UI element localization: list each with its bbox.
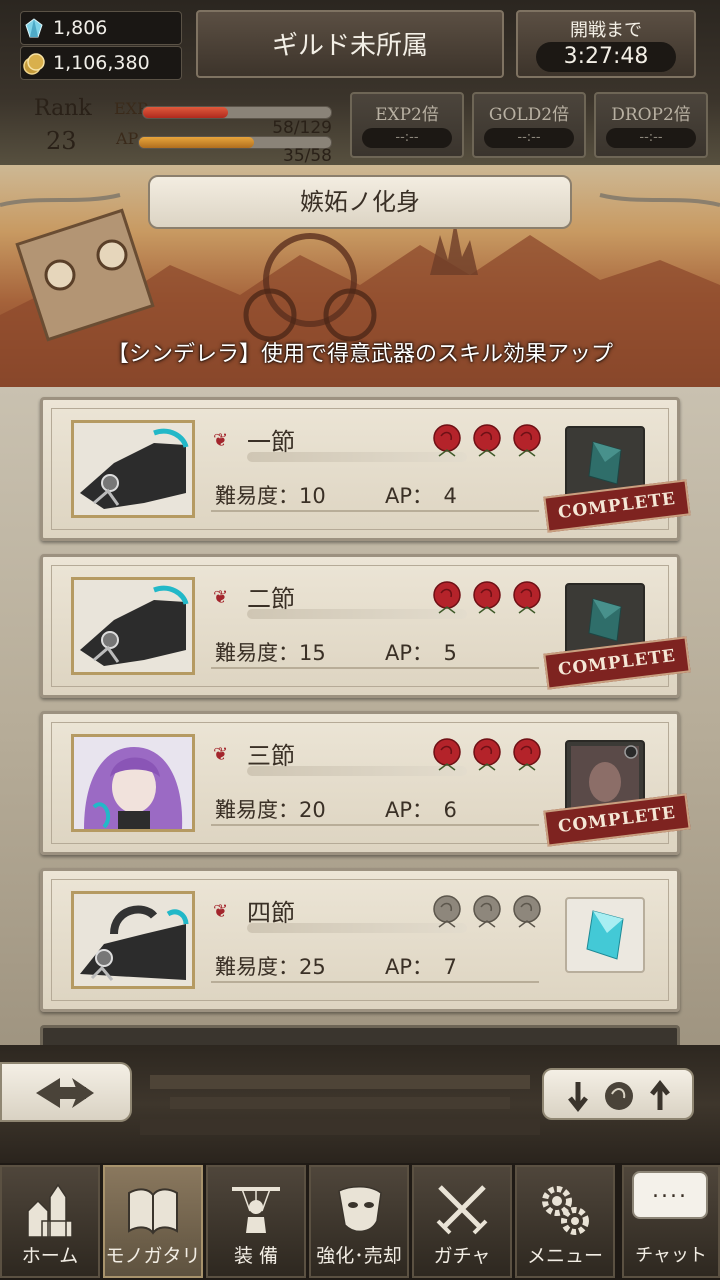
exp-boost-button[interactable]: EXP2倍 --:-- <box>350 92 464 158</box>
rose-rating-icon <box>433 581 541 614</box>
difficulty-text: 難易度：25 <box>215 955 326 979</box>
chat-bubble-icon: .... <box>632 1171 708 1219</box>
crystal-icon <box>586 910 624 960</box>
exp-value: 58/129 <box>272 118 332 138</box>
ap-value: 35/58 <box>283 146 332 166</box>
chapter-name: 一節 <box>247 428 295 456</box>
nav-equip[interactable]: 装 備 <box>206 1165 306 1278</box>
reward-crystal <box>565 897 645 973</box>
nav-menu[interactable]: メニュー <box>515 1165 615 1278</box>
nav-enhance-sell[interactable]: 強化･売却 <box>309 1165 409 1278</box>
back-arrow-icon <box>36 1078 94 1108</box>
sort-order-button[interactable] <box>542 1068 694 1120</box>
boost-label: EXP2倍 <box>375 105 439 125</box>
gem-counter: 1,806 <box>20 11 182 45</box>
armor-beast-image <box>80 428 189 509</box>
nav-home[interactable]: ホーム <box>0 1165 100 1278</box>
gem-icon <box>25 18 43 38</box>
rose-rating-icon <box>433 738 541 771</box>
sort-rose-icon <box>568 1079 670 1113</box>
chapter-heart-icon: ❦ <box>213 430 229 451</box>
banner-caption: 【シンデレラ】使用で得意武器のスキル効果アップ <box>106 342 613 367</box>
rank-label: Rank <box>34 96 92 121</box>
ap-cost-text: AP： 5 <box>385 641 457 665</box>
nav-label: ガチャ <box>433 1245 491 1267</box>
chapter-name: 四節 <box>247 899 295 927</box>
chapter-name: 二節 <box>247 585 295 613</box>
puppet-icon <box>232 1187 280 1233</box>
ap-label: AP <box>116 129 139 148</box>
guild-battle-timer[interactable]: 開戦まで 3:27:48 <box>516 10 696 78</box>
nav-label: メニュー <box>526 1245 603 1267</box>
horned-beast-image <box>80 905 189 981</box>
enemy-thumbnail <box>71 734 195 832</box>
coin-icon <box>23 53 45 75</box>
chapter-heart-icon: ❦ <box>213 587 229 608</box>
boost-timer: --:-- <box>362 128 452 148</box>
difficulty-text: 難易度：15 <box>215 641 326 665</box>
ap-cost-text: AP： 7 <box>385 955 457 979</box>
chapter-heart-icon: ❦ <box>213 901 229 922</box>
chapter-heart-icon: ❦ <box>213 744 229 765</box>
nav-story[interactable]: モノガタリ <box>103 1165 203 1278</box>
chapter-card-3[interactable]: ❦ 三節 難易度：20 AP： 6 COMPLETE <box>40 711 691 855</box>
enemy-thumbnail <box>71 420 195 518</box>
boost-label: DROP2倍 <box>611 105 691 125</box>
armor-beast-image <box>80 585 189 666</box>
chapter-card-2[interactable]: ❦ 二節 難易度：15 AP： 5 COMPLETE <box>40 554 691 698</box>
ap-cost-text: AP： 4 <box>385 484 457 508</box>
chapter-name: 三節 <box>247 742 295 770</box>
mask-icon <box>338 1186 382 1233</box>
nav-label: 強化･売却 <box>316 1245 402 1267</box>
rose-rating-icon <box>433 895 541 928</box>
exp-bar-fill <box>143 107 228 118</box>
gold-count: 1,106,380 <box>53 52 150 74</box>
gold-counter: 1,106,380 <box>20 46 182 80</box>
difficulty-text: 難易度：10 <box>215 484 326 508</box>
ap-cost-text: AP： 6 <box>385 798 457 822</box>
gem-count: 1,806 <box>53 17 108 39</box>
guild-button[interactable]: ギルド未所属 <box>196 10 504 78</box>
story-title: 嫉妬ノ化身 <box>148 175 572 229</box>
nav-label: ホーム <box>21 1245 79 1267</box>
boost-timer: --:-- <box>484 128 574 148</box>
enemy-thumbnail <box>71 891 195 989</box>
gold-boost-button[interactable]: GOLD2倍 --:-- <box>472 92 586 158</box>
rank-value: 23 <box>46 127 77 155</box>
battle-label: 開戦まで <box>570 20 642 41</box>
boost-timer: --:-- <box>606 128 696 148</box>
gears-icon <box>542 1186 589 1235</box>
nav-label: 装 備 <box>233 1245 279 1267</box>
boost-label: GOLD2倍 <box>488 105 570 125</box>
drop-boost-button[interactable]: DROP2倍 --:-- <box>594 92 708 158</box>
enemy-thumbnail <box>71 577 195 675</box>
back-button[interactable] <box>0 1062 132 1122</box>
battle-countdown: 3:27:48 <box>536 42 676 72</box>
story-banner: 嫉妬ノ化身 【シンデレラ】使用で得意武器のスキル効果アップ <box>0 165 720 387</box>
purple-haired-girl-image <box>74 737 192 829</box>
difficulty-text: 難易度：20 <box>215 798 326 822</box>
castle-icon <box>27 1183 73 1238</box>
status-bar: 1,806 1,106,380 ギルド未所属 開戦まで 3:27:48 Rank… <box>0 0 720 166</box>
swords-icon <box>436 1185 488 1235</box>
chapter-card-1[interactable]: ❦ 一節 難易度：10 AP： 4 COMPLETE <box>40 397 691 541</box>
nav-gacha[interactable]: ガチャ <box>412 1165 512 1278</box>
chapter-card-5[interactable] <box>40 1025 680 1047</box>
chat-button[interactable]: .... チャット <box>622 1165 720 1278</box>
rose-rating-icon <box>433 424 541 457</box>
book-icon <box>128 1188 178 1235</box>
nav-label: モノガタリ <box>105 1245 201 1267</box>
chat-label: チャット <box>635 1245 707 1266</box>
chapter-card-4[interactable]: ❦ 四節 難易度：25 AP： 7 <box>40 868 680 1012</box>
